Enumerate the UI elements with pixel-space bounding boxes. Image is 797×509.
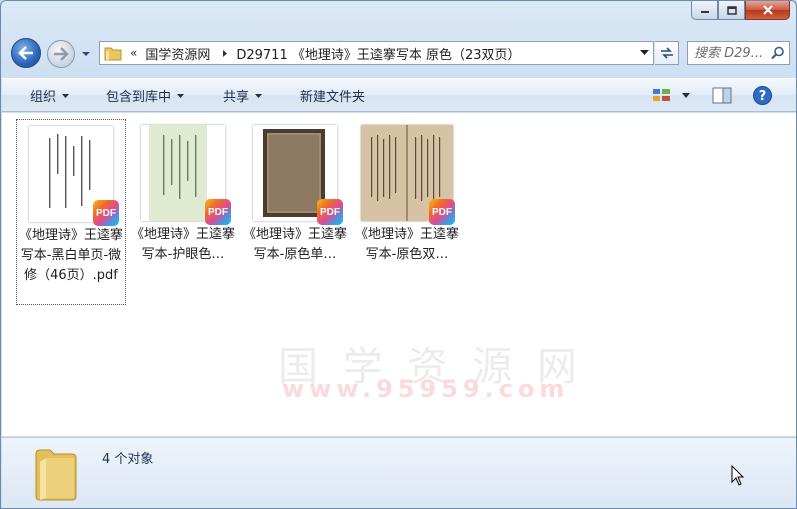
forward-button[interactable] (47, 40, 75, 68)
refresh-button[interactable] (655, 41, 679, 65)
chevron-down-icon (255, 93, 263, 98)
watermark-url: www.95959.com (282, 375, 570, 403)
file-thumbnail: PDF (357, 123, 457, 225)
new-folder-button[interactable]: 新建文件夹 (300, 79, 365, 112)
file-name: 《地理诗》王逵搴写本-护眼色… (130, 227, 235, 262)
maximize-icon (726, 5, 737, 15)
help-icon: ? (753, 85, 772, 105)
include-in-library-menu[interactable]: 包含到库中 (106, 79, 185, 112)
explorer-window: « 国学资源网 D29711 《地理诗》王逵搴写本 原色（23双页） 组织 包含… (0, 0, 797, 509)
details-pane: 4 个对象 (2, 437, 796, 508)
chevron-down-icon (62, 93, 70, 98)
minimize-icon (700, 11, 709, 13)
chevron-down-icon[interactable] (640, 50, 649, 56)
close-button[interactable] (745, 1, 790, 20)
file-item[interactable]: PDF 《地理诗》王逵搴写本-黑白单页-微修（46页）.pdf (16, 119, 126, 305)
chevron-right-icon[interactable] (222, 49, 228, 58)
include-in-library-label: 包含到库中 (106, 90, 172, 105)
refresh-icon (660, 47, 673, 59)
share-menu[interactable]: 共享 (223, 79, 263, 112)
file-item[interactable]: PDF 《地理诗》王逵搴写本-护眼色… (128, 119, 238, 265)
pdf-file-icon: PDF (317, 199, 343, 225)
pdf-file-icon: PDF (205, 199, 231, 225)
address-overflow-button[interactable]: « (130, 46, 137, 60)
preview-pane-icon (712, 87, 732, 103)
navigation-row: « 国学资源网 D29711 《地理诗》王逵搴写本 原色（23双页） (7, 37, 792, 71)
file-name: 《地理诗》王逵搴写本-原色双… (354, 227, 459, 262)
view-options-dropdown[interactable] (682, 85, 690, 105)
minimize-button[interactable] (691, 1, 718, 20)
recent-pages-dropdown-icon[interactable] (81, 50, 91, 58)
new-folder-label: 新建文件夹 (300, 90, 366, 105)
file-name: 《地理诗》王逵搴写本-黑白单页-微修（46页）.pdf (19, 228, 124, 283)
search-icon[interactable] (771, 46, 785, 60)
address-bar[interactable]: « 国学资源网 D29711 《地理诗》王逵搴写本 原色（23双页） (99, 41, 654, 65)
caption-buttons (691, 1, 790, 20)
view-options-icon (653, 89, 670, 101)
chevron-down-icon (177, 93, 185, 98)
pdf-file-icon: PDF (93, 200, 119, 226)
chevron-down-icon (682, 92, 690, 98)
svg-text:?: ? (759, 89, 767, 104)
folder-icon (35, 449, 77, 501)
organize-menu[interactable]: 组织 (30, 79, 70, 112)
arrow-left-icon (18, 46, 33, 60)
search-box[interactable] (687, 41, 790, 65)
close-icon (762, 5, 773, 15)
help-button[interactable]: ? (753, 85, 772, 105)
share-label: 共享 (223, 90, 250, 105)
object-count: 4 个对象 (102, 452, 154, 467)
change-view-button[interactable] (652, 85, 672, 105)
command-bar: 组织 包含到库中 共享 新建文件夹 ? (2, 78, 796, 112)
file-thumbnail: PDF (245, 123, 345, 225)
file-item[interactable]: PDF 《地理诗》王逵搴写本-原色双… (352, 119, 462, 265)
file-list: 国 学 资 源 网 www.95959.com PDF 《地理诗》王逵搴写本-黑… (2, 113, 796, 436)
file-thumbnail: PDF (21, 124, 121, 226)
folder-icon (104, 47, 122, 61)
maximize-button[interactable] (718, 1, 745, 20)
search-input[interactable] (694, 45, 774, 61)
preview-pane-button[interactable] (712, 85, 732, 105)
mouse-cursor-icon (731, 465, 745, 486)
pdf-file-icon: PDF (429, 199, 455, 225)
file-name: 《地理诗》王逵搴写本-原色单… (242, 227, 347, 262)
breadcrumb-item-current[interactable]: D29711 《地理诗》王逵搴写本 原色（23双页） (236, 44, 520, 63)
organize-label: 组织 (30, 90, 57, 105)
back-button[interactable] (11, 38, 41, 68)
file-thumbnail: PDF (133, 123, 233, 225)
breadcrumb-item[interactable]: 国学资源网 (145, 44, 210, 63)
arrow-right-icon (54, 47, 69, 61)
file-item[interactable]: PDF 《地理诗》王逵搴写本-原色单… (240, 119, 350, 265)
